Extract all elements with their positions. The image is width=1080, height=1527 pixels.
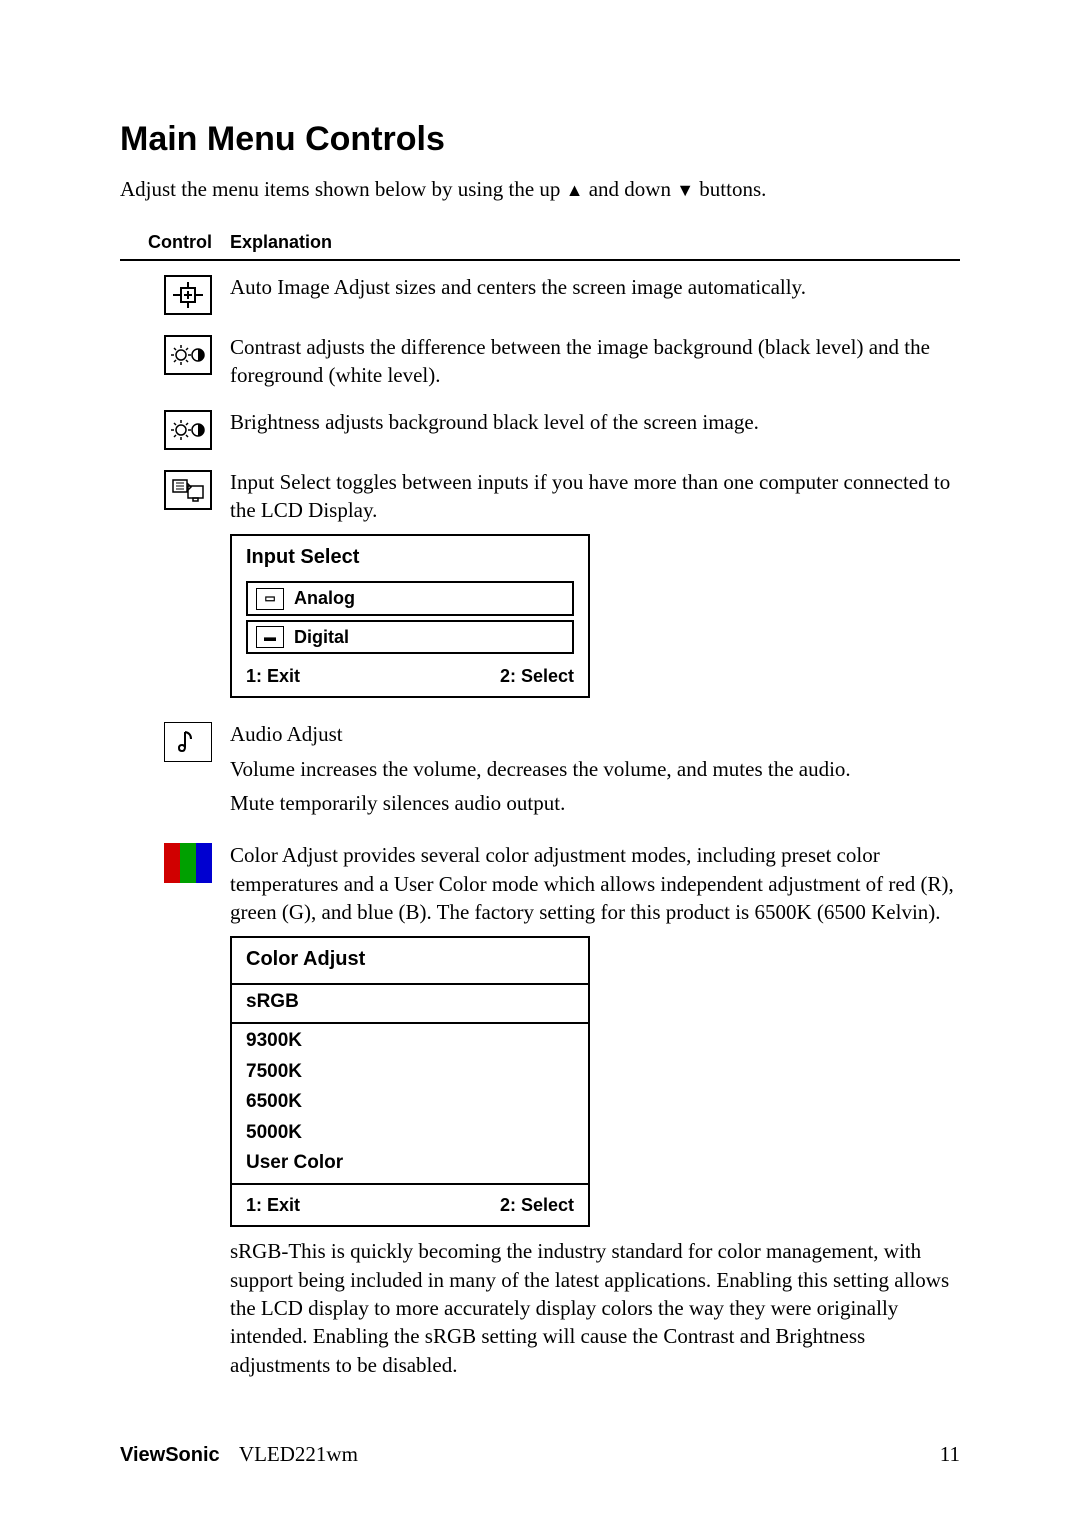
color-adjust-icon bbox=[164, 843, 212, 883]
osd-input-exit: 1: Exit bbox=[246, 664, 300, 688]
col-explanation: Explanation bbox=[230, 232, 332, 253]
input-select-icon bbox=[164, 470, 212, 510]
osd-input-digital: ▬ Digital bbox=[246, 620, 574, 654]
osd-input-analog: ▭ Analog bbox=[246, 581, 574, 615]
digital-mini-icon: ▬ bbox=[256, 626, 284, 648]
audio-title: Audio Adjust bbox=[230, 720, 960, 748]
footer-page-num: 11 bbox=[940, 1442, 960, 1467]
osd-color-item-0: sRGB bbox=[232, 987, 588, 1018]
osd-color-item-5: User Color bbox=[232, 1148, 588, 1179]
osd-input-digital-label: Digital bbox=[294, 625, 349, 649]
row-audio: Audio Adjust Volume increases the volume… bbox=[120, 720, 960, 823]
auto-image-text: Auto Image Adjust sizes and centers the … bbox=[230, 273, 960, 301]
input-select-text: Input Select toggles between inputs if y… bbox=[230, 468, 960, 525]
intro-text: Adjust the menu items shown below by usi… bbox=[120, 177, 960, 202]
page-title: Main Menu Controls bbox=[120, 120, 960, 159]
footer-model: VLED221wm bbox=[239, 1442, 358, 1466]
intro-prefix: Adjust the menu items shown below by usi… bbox=[120, 177, 566, 201]
brightness-icon bbox=[164, 410, 212, 450]
srgb-note: sRGB-This is quickly becoming the indust… bbox=[230, 1237, 960, 1379]
osd-color-item-4: 5000K bbox=[232, 1118, 588, 1149]
brightness-text: Brightness adjusts background black leve… bbox=[230, 408, 960, 436]
osd-color-select: 2: Select bbox=[500, 1193, 574, 1217]
col-control: Control bbox=[120, 232, 230, 253]
osd-color-item-2: 7500K bbox=[232, 1057, 588, 1088]
osd-color-exit: 1: Exit bbox=[246, 1193, 300, 1217]
contrast-icon bbox=[164, 335, 212, 375]
analog-mini-icon: ▭ bbox=[256, 588, 284, 610]
audio-mute-text: Mute temporarily silences audio output. bbox=[230, 789, 960, 817]
row-brightness: Brightness adjusts background black leve… bbox=[120, 408, 960, 450]
page-footer: ViewSonic VLED221wm 11 bbox=[120, 1442, 960, 1467]
footer-brand: ViewSonic bbox=[120, 1444, 220, 1466]
audio-volume-text: Volume increases the volume, decreases t… bbox=[230, 755, 960, 783]
contrast-text: Contrast adjusts the difference between … bbox=[230, 333, 960, 390]
intro-suffix: buttons. bbox=[694, 177, 766, 201]
intro-mid: and down bbox=[583, 177, 676, 201]
osd-input-analog-label: Analog bbox=[294, 586, 355, 610]
audio-icon bbox=[164, 722, 212, 762]
table-header: Control Explanation bbox=[120, 232, 960, 261]
osd-input-title: Input Select bbox=[232, 536, 588, 577]
up-triangle-icon: ▲ bbox=[566, 180, 584, 200]
color-adjust-text: Color Adjust provides several color adju… bbox=[230, 841, 960, 926]
osd-input-select: 2: Select bbox=[500, 664, 574, 688]
osd-input-select: Input Select ▭ Analog ▬ Digital 1: Exit … bbox=[230, 534, 590, 698]
osd-color-item-1: 9300K bbox=[232, 1026, 588, 1057]
osd-color-item-3: 6500K bbox=[232, 1087, 588, 1118]
row-color-adjust: Color Adjust provides several color adju… bbox=[120, 841, 960, 1385]
row-contrast: Contrast adjusts the difference between … bbox=[120, 333, 960, 390]
auto-image-icon bbox=[164, 275, 212, 315]
row-auto-image: Auto Image Adjust sizes and centers the … bbox=[120, 273, 960, 315]
down-triangle-icon: ▼ bbox=[676, 180, 694, 200]
osd-color-adjust: Color Adjust sRGB 9300K 7500K 6500K 5000… bbox=[230, 936, 590, 1227]
row-input-select: Input Select toggles between inputs if y… bbox=[120, 468, 960, 703]
osd-color-title: Color Adjust bbox=[232, 938, 588, 979]
